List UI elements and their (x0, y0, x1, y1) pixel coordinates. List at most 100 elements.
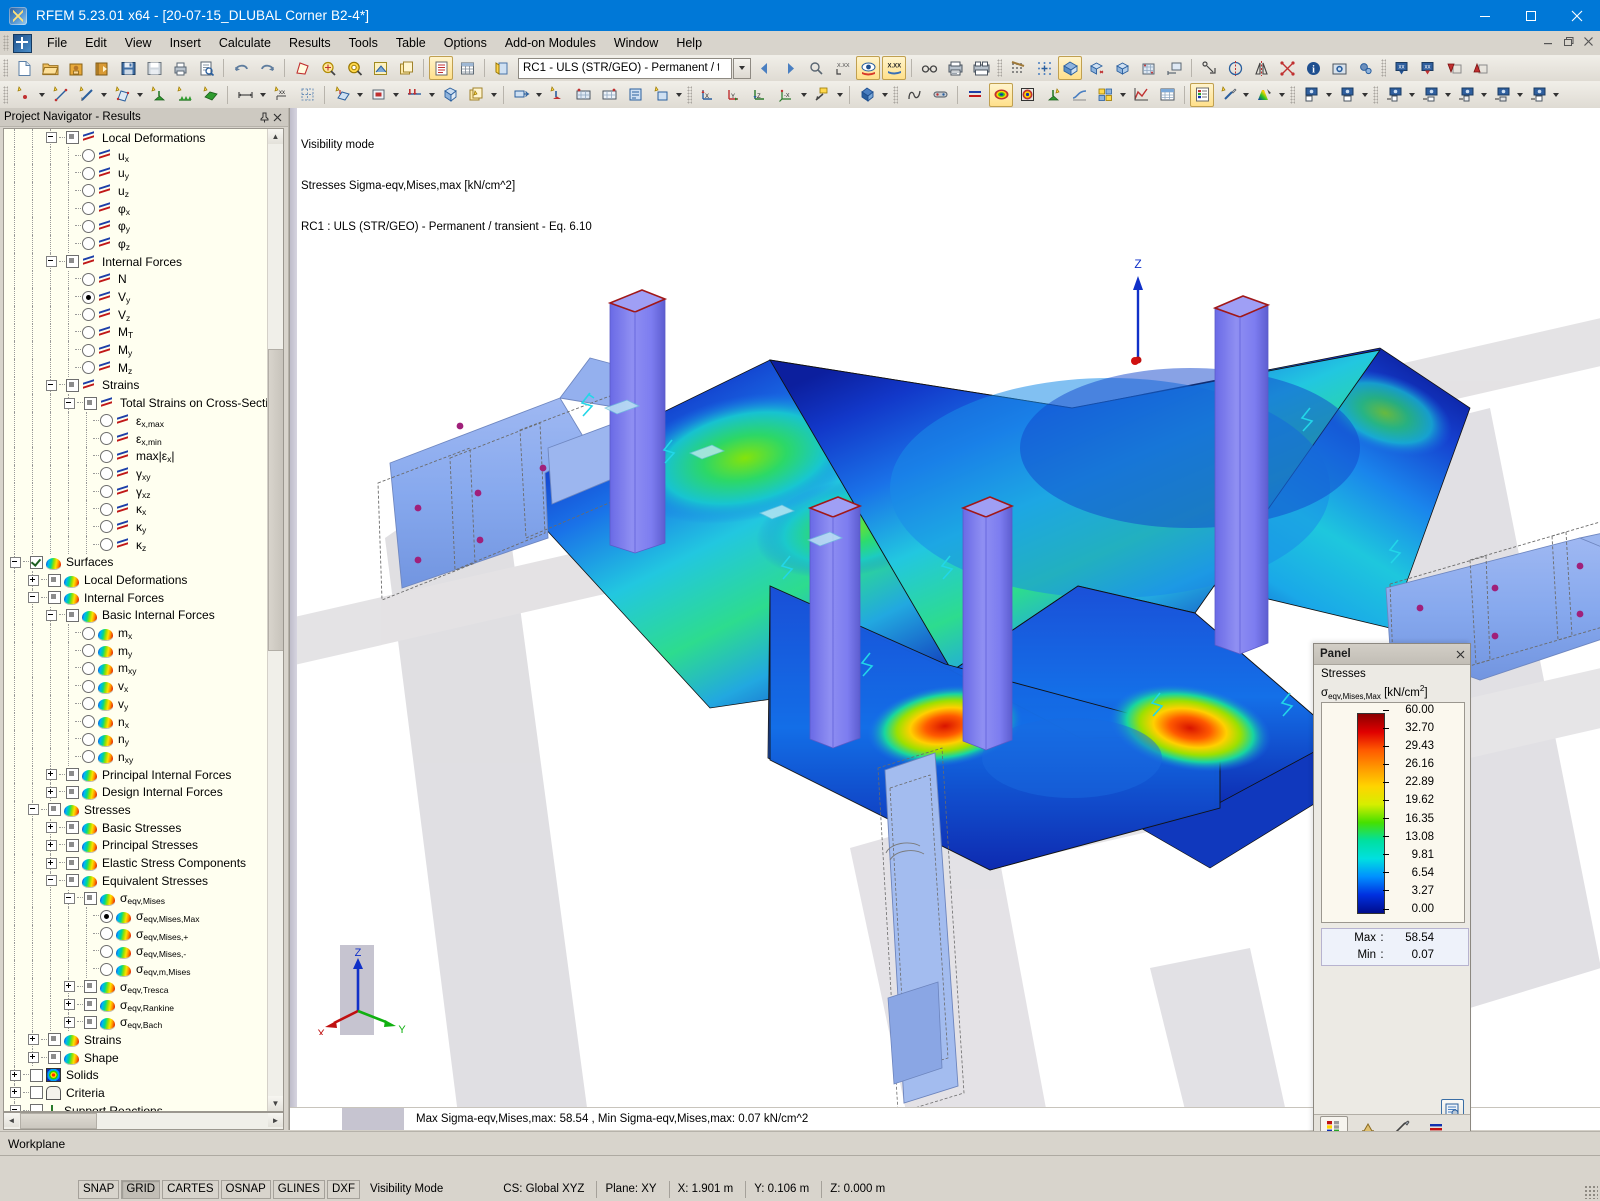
tree-item[interactable]: σeqv,Mises,Max (4, 907, 267, 925)
table-grid-icon[interactable] (455, 56, 479, 80)
radio-selected[interactable] (82, 290, 95, 304)
tree-item[interactable]: vy (4, 695, 267, 713)
tree-item[interactable]: σeqv,Bach (4, 1013, 267, 1032)
mirror-icon[interactable] (1249, 56, 1273, 80)
building-model-icon[interactable] (1136, 56, 1160, 80)
scroll-left-arrow[interactable]: ◄ (4, 1113, 19, 1127)
radio-unselected[interactable] (82, 202, 95, 216)
tree-item[interactable]: my (4, 641, 267, 660)
export-layout-3-icon[interactable] (1454, 83, 1478, 107)
result-diagram-icon[interactable] (1129, 83, 1153, 107)
calculate-all-icon[interactable] (571, 83, 595, 107)
tree-horizontal-scrollbar[interactable]: ◄ ► (3, 1112, 284, 1130)
redo-icon[interactable] (255, 56, 279, 80)
radio-unselected[interactable] (82, 166, 95, 180)
radio-unselected[interactable] (82, 237, 95, 251)
radio-unselected[interactable] (82, 184, 95, 198)
checkbox-partial[interactable] (48, 1033, 61, 1047)
toolbar2-grip-1[interactable] (3, 85, 8, 104)
print-icon[interactable] (168, 56, 192, 80)
solid-results-icon[interactable] (1015, 83, 1039, 107)
new-nodal-support-icon[interactable] (146, 83, 170, 107)
menu-window[interactable]: Window (605, 33, 667, 53)
expand-icon[interactable] (28, 574, 39, 586)
menu-help[interactable]: Help (667, 33, 711, 53)
new-line-support-icon[interactable] (172, 83, 196, 107)
collapse-icon[interactable] (46, 132, 57, 144)
tree-item[interactable]: mxy (4, 659, 267, 678)
pin-icon[interactable] (258, 111, 271, 124)
tree-item[interactable]: MT (4, 323, 267, 342)
expand-icon[interactable] (10, 1069, 21, 1081)
checkbox-partial[interactable] (48, 591, 61, 605)
close-button[interactable] (1554, 0, 1600, 31)
radio-unselected[interactable] (82, 750, 95, 764)
collapse-icon[interactable] (10, 1105, 21, 1111)
surface-results-icon[interactable] (989, 82, 1013, 107)
export-layout-1-icon[interactable] (1382, 83, 1406, 107)
tree-item[interactable]: κz (4, 535, 267, 554)
run-calculation-icon[interactable] (649, 83, 673, 107)
new-surface-support-icon[interactable] (198, 83, 222, 107)
menu-tools[interactable]: Tools (340, 33, 387, 53)
mdi-minimize-button[interactable] (1541, 34, 1555, 48)
import-min-icon[interactable]: xx (1390, 56, 1414, 80)
save-all-icon[interactable] (142, 56, 166, 80)
tree-item[interactable]: Local Deformations (4, 571, 267, 589)
checkbox-checked[interactable] (30, 555, 43, 569)
checkbox-partial[interactable] (48, 1051, 61, 1065)
tree-item[interactable]: max|εx| (4, 447, 267, 466)
result-value-display-icon[interactable]: X.XX (882, 56, 906, 80)
tree-item[interactable]: My (4, 341, 267, 359)
new-node-icon[interactable] (12, 83, 36, 107)
radio-unselected[interactable] (100, 485, 113, 499)
info-icon[interactable]: i (1301, 56, 1325, 80)
checkbox-partial[interactable] (66, 785, 79, 799)
print-layout-2-dropdown[interactable] (1360, 84, 1370, 106)
checkbox-partial[interactable] (66, 821, 79, 835)
menu-calculate[interactable]: Calculate (210, 33, 280, 53)
checkbox-partial[interactable] (84, 1015, 97, 1029)
status-toggle-glines[interactable]: GLINES (272, 1179, 325, 1199)
mdi-restore-button[interactable] (1561, 34, 1575, 48)
generate-mesh-dropdown[interactable] (534, 84, 544, 106)
tree-item[interactable]: φx (4, 199, 267, 218)
radio-unselected[interactable] (82, 325, 95, 339)
collapse-icon[interactable] (46, 379, 57, 391)
toolbar-grip-1[interactable] (3, 59, 8, 77)
select-region-icon[interactable] (290, 56, 314, 80)
checkbox-partial[interactable] (84, 980, 97, 994)
checkbox-partial[interactable] (66, 874, 79, 888)
tree-item[interactable]: ux (4, 146, 267, 165)
tree-item[interactable]: σeqv,Mises,+ (4, 924, 267, 943)
toolbar2-grip-3[interactable] (893, 85, 898, 104)
hscroll-thumb[interactable] (20, 1113, 97, 1129)
collapse-icon[interactable] (46, 875, 57, 887)
menu-view[interactable]: View (116, 33, 161, 53)
radio-unselected[interactable] (82, 715, 95, 729)
checkbox-partial[interactable] (66, 838, 79, 852)
grid-snap-icon[interactable] (1032, 56, 1056, 80)
tree-item[interactable]: Strains (4, 1031, 267, 1049)
checkbox-partial[interactable] (84, 998, 97, 1012)
fe-mesh-settings-icon[interactable] (545, 83, 569, 107)
new-line-load-dropdown[interactable] (427, 84, 437, 106)
visibility-mode-icon[interactable] (855, 83, 879, 107)
load-case-dropdown-arrow[interactable] (733, 57, 751, 79)
checkbox-partial[interactable] (66, 856, 79, 870)
open-recent-icon[interactable] (90, 56, 114, 80)
maximize-button[interactable] (1508, 0, 1554, 31)
expand-icon[interactable] (46, 857, 57, 869)
radio-unselected[interactable] (100, 944, 113, 958)
tree-rows-container[interactable]: Local Deformations ux uy uz φx φy φz Internal F… (4, 129, 267, 1111)
print-layout-2-icon[interactable] (1335, 83, 1359, 107)
scroll-thumb[interactable] (268, 349, 283, 651)
checkbox-partial[interactable] (84, 396, 97, 410)
save-icon[interactable] (116, 56, 140, 80)
checkbox-partial[interactable] (66, 768, 79, 782)
view-y-icon[interactable]: Y (722, 83, 746, 107)
generate-mesh-icon[interactable] (509, 83, 533, 107)
expand-icon[interactable] (64, 999, 75, 1011)
tree-item[interactable]: Internal Forces (4, 252, 267, 271)
tree-item[interactable]: Basic Stresses (4, 818, 267, 837)
